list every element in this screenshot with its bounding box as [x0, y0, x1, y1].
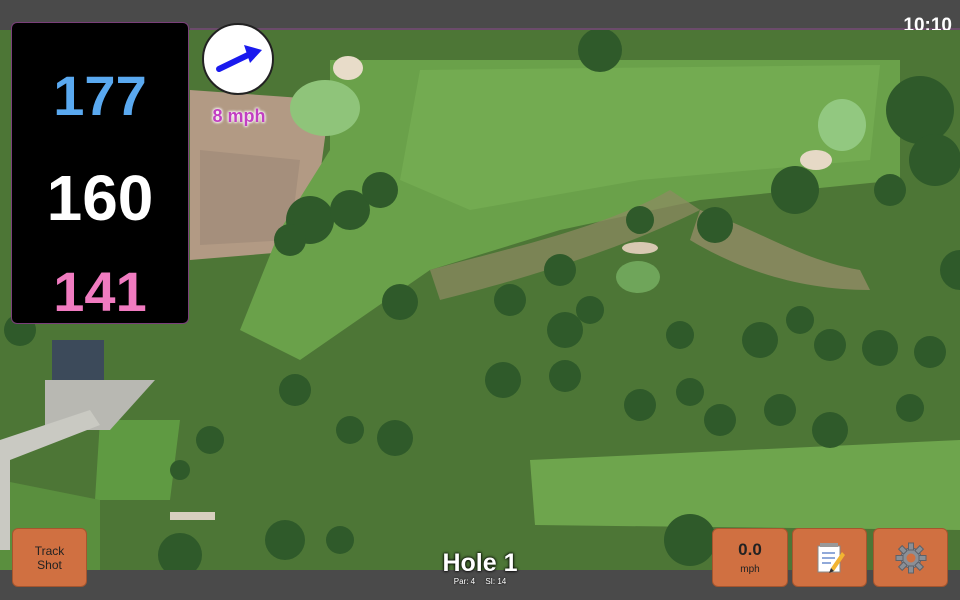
hole-title: Hole 1: [442, 549, 518, 577]
gear-icon: [895, 542, 926, 573]
middle-distance: 160: [46, 162, 154, 234]
hole-par: Par: 4: [453, 577, 476, 586]
track-shot-button[interactable]: Track Shot: [12, 528, 87, 587]
speed-button[interactable]: 0.0 mph: [712, 528, 788, 587]
notes-button[interactable]: [792, 528, 867, 587]
wind-direction-dial: [202, 23, 274, 95]
notepad-icon: [817, 542, 845, 573]
hole-info: Par: 4 SI: 14: [380, 577, 580, 586]
settings-button[interactable]: [873, 528, 948, 587]
wind-speed: 8 mph: [212, 106, 266, 126]
hole-stroke-index: SI: 14: [485, 577, 507, 586]
wind-arrow-icon: [216, 45, 262, 72]
speed-value: 0.0: [738, 540, 762, 559]
front-distance: 141: [53, 260, 147, 323]
distance-panel: 177 160 141: [11, 22, 189, 324]
track-shot-label-line2: Shot: [37, 557, 62, 572]
track-shot-label-line1: Track: [34, 543, 65, 558]
back-distance: 177: [53, 64, 147, 127]
speed-unit: mph: [740, 564, 760, 575]
